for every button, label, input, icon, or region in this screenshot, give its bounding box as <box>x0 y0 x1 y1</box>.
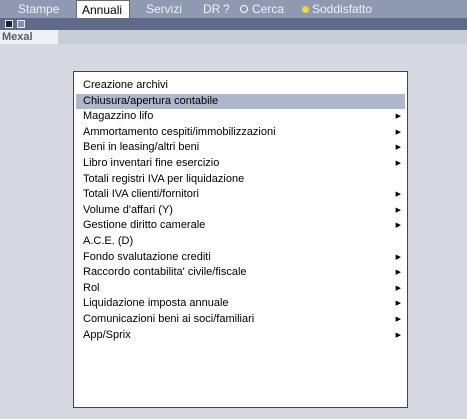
menu-item-label: Volume d'affari (Y) <box>83 203 173 216</box>
submenu-arrow-icon: ▶ <box>395 253 401 261</box>
submenu-arrow-icon: ▶ <box>395 206 401 214</box>
menu-item-label: Libro inventari fine esercizio <box>83 157 220 169</box>
menu-soddisfatto[interactable]: Soddisfatto <box>302 2 372 16</box>
menu-item[interactable]: Totali IVA clienti/fornitori ▶ <box>76 187 405 203</box>
submenu-arrow-icon: ▶ <box>395 113 401 121</box>
submenu-arrow-icon: ▶ <box>395 284 401 292</box>
app-icon[interactable] <box>17 20 25 28</box>
menu-soddisfatto-label: Soddisfatto <box>312 2 373 16</box>
annuali-dropdown-menu: Creazione archivi Chiusura/apertura conta… <box>73 71 408 408</box>
menu-bar: Stampe Annuali Servizi DR ? Cerca Soddis… <box>0 0 467 18</box>
menu-item-label: Rol <box>83 281 100 294</box>
menu-item-label: App/Sprix <box>83 328 131 341</box>
menu-cerca[interactable]: Cerca <box>240 2 284 16</box>
menu-item-label: Beni in leasing/altri beni <box>83 141 200 154</box>
menu-dr[interactable]: DR <box>203 2 220 16</box>
menu-item-label: Chiusura/apertura contabile <box>83 94 219 107</box>
menu-item[interactable]: Totali registri IVA per liquidazione <box>76 172 405 188</box>
menu-help[interactable]: ? <box>223 2 230 16</box>
submenu-arrow-icon: ▶ <box>395 128 401 136</box>
menu-item[interactable]: Magazzino lifo ▶ <box>76 109 405 125</box>
submenu-arrow-icon: ▶ <box>395 222 401 230</box>
tab-mexal[interactable]: Mexal <box>0 30 58 44</box>
menu-item-label: Raccordo contabilita' civile/fiscale <box>83 266 247 279</box>
menu-item[interactable]: Liquidazione imposta annuale ▶ <box>76 296 405 312</box>
menu-item[interactable]: Fondo svalutazione crediti ▶ <box>76 250 405 266</box>
menu-item[interactable]: Creazione archivi <box>76 78 405 94</box>
submenu-arrow-icon: ▶ <box>395 331 401 339</box>
menu-annuali[interactable]: Annuali <box>76 0 131 18</box>
menu-item[interactable]: Comunicazioni beni ai soci/familiari ▶ <box>76 312 405 328</box>
menu-item[interactable]: Beni in leasing/altri beni ▶ <box>76 140 405 156</box>
smiley-icon <box>302 6 309 14</box>
tab-strip: Mexal <box>0 30 467 44</box>
menu-servizi[interactable]: Servizi <box>146 2 182 16</box>
submenu-arrow-icon: ▶ <box>395 144 401 152</box>
menu-item[interactable]: Libro inventari fine esercizio ▶ <box>76 156 405 172</box>
menu-item-label: Magazzino lifo <box>83 110 154 123</box>
submenu-arrow-icon: ▶ <box>395 160 401 167</box>
menu-item-label: A.C.E. (D) <box>83 235 134 247</box>
search-icon <box>240 4 248 13</box>
menu-item-label: Totali registri IVA per liquidazione <box>83 172 245 185</box>
toolbar <box>0 18 467 30</box>
menu-item[interactable]: App/Sprix ▶ <box>76 328 405 344</box>
submenu-arrow-icon: ▶ <box>395 191 401 199</box>
menu-item[interactable]: Gestione diritto camerale ▶ <box>76 218 405 234</box>
menu-item-label: Comunicazioni beni ai soci/familiari <box>83 313 255 325</box>
submenu-arrow-icon: ▶ <box>395 316 401 323</box>
menu-item-label: Totali IVA clienti/fornitori <box>83 188 199 201</box>
menu-item-label: Liquidazione imposta annuale <box>83 297 229 310</box>
menu-item[interactable]: A.C.E. (D) <box>76 234 405 250</box>
menu-item[interactable]: Volume d'affari (Y) ▶ <box>76 203 405 219</box>
menu-item[interactable]: Ammortamento cespiti/immobilizzazioni ▶ <box>76 125 405 141</box>
menu-item[interactable]: Raccordo contabilita' civile/fiscale ▶ <box>76 265 405 281</box>
submenu-arrow-icon: ▶ <box>395 269 401 277</box>
menu-stampe[interactable]: Stampe <box>18 2 59 16</box>
menu-item[interactable]: Chiusura/apertura contabile <box>76 93 405 110</box>
submenu-arrow-icon: ▶ <box>395 300 401 308</box>
menu-item-label: Gestione diritto camerale <box>83 219 206 232</box>
main-area: Creazione archivi Chiusura/apertura conta… <box>0 44 467 419</box>
menu-cerca-label: Cerca <box>252 2 285 16</box>
menu-item[interactable]: Rol ▶ <box>76 281 405 297</box>
window-icon[interactable] <box>5 20 13 28</box>
menu-item-label: Fondo svalutazione crediti <box>83 250 211 263</box>
menu-item-label: Ammortamento cespiti/immobilizzazioni <box>83 125 276 138</box>
menu-item-label: Creazione archivi <box>83 79 168 91</box>
